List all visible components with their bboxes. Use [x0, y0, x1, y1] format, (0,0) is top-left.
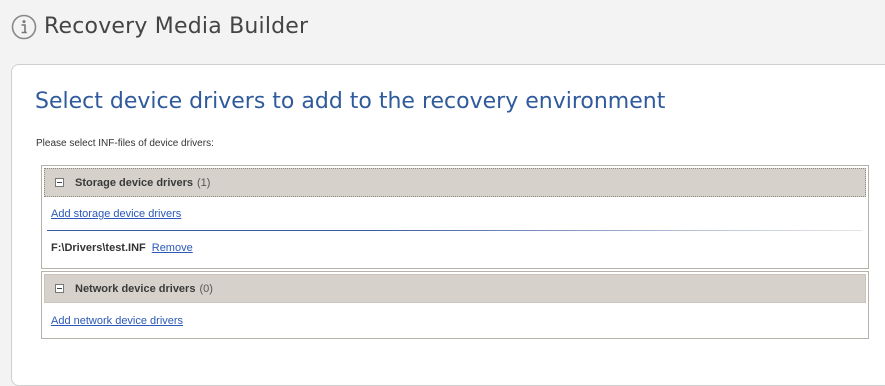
network-drivers-group: Network device drivers (0) Add network d…: [41, 271, 869, 339]
collapse-icon[interactable]: [55, 284, 64, 293]
add-storage-drivers-link[interactable]: Add storage device drivers: [51, 208, 181, 220]
storage-drivers-header[interactable]: Storage device drivers (1): [44, 168, 866, 197]
add-network-drivers-link[interactable]: Add network device drivers: [51, 315, 183, 327]
driver-path: F:\Drivers\test.INF: [51, 242, 146, 254]
storage-drivers-group: Storage device drivers (1) Add storage d…: [41, 165, 869, 269]
title-bar: Recovery Media Builder: [0, 0, 885, 62]
instruction-text: Please select INF-files of device driver…: [36, 138, 214, 149]
remove-driver-link[interactable]: Remove: [152, 242, 193, 254]
divider: [47, 230, 862, 231]
app-title: Recovery Media Builder: [44, 14, 309, 39]
network-group-count: (0): [199, 282, 213, 295]
network-group-name: Network device drivers: [75, 282, 196, 295]
network-drivers-header[interactable]: Network device drivers (0): [44, 274, 866, 303]
collapse-icon[interactable]: [55, 178, 64, 187]
storage-group-count: (1): [197, 176, 211, 189]
storage-group-name: Storage device drivers: [75, 176, 194, 189]
page-heading: Select device drivers to add to the reco…: [35, 89, 666, 114]
info-circle-icon: [11, 14, 37, 40]
driver-list-item: F:\Drivers\test.INF Remove: [51, 242, 193, 254]
